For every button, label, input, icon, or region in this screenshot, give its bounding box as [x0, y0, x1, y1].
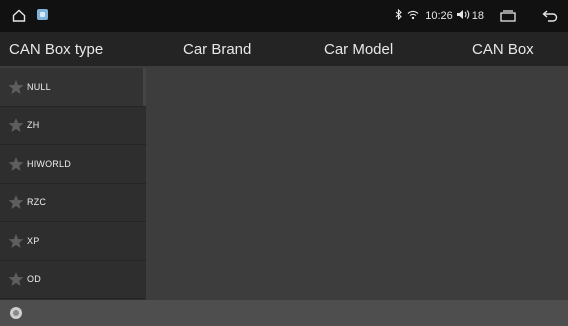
list-item-od[interactable]: OD: [0, 261, 146, 299]
image-thumbnail-icon[interactable]: [37, 9, 48, 20]
tab-car-model[interactable]: Car Model: [324, 32, 393, 66]
list-item-null[interactable]: NULL: [0, 68, 146, 107]
can-box-type-list: NULL ZH HIWORLD RZC XP OD: [0, 68, 146, 300]
bottom-bar: [0, 300, 568, 326]
volume-icon[interactable]: [456, 9, 470, 23]
list-item-label: ZH: [27, 120, 40, 131]
star-icon[interactable]: [8, 233, 24, 249]
tab-can-box[interactable]: CAN Box: [472, 32, 534, 66]
list-item-rzc[interactable]: RZC: [0, 184, 146, 222]
list-item-label: HIWORLD: [27, 158, 71, 169]
back-icon[interactable]: [542, 9, 558, 23]
floating-ball-icon[interactable]: [10, 307, 22, 319]
list-item-label: XP: [27, 235, 40, 246]
tab-can-box-type[interactable]: CAN Box type: [9, 32, 103, 66]
star-icon[interactable]: [8, 271, 24, 287]
clock-time: 10:26: [425, 10, 453, 22]
star-icon[interactable]: [8, 117, 24, 133]
can-box-settings-screen: 10:26 18 CAN Box type Car Brand Car Mode…: [0, 0, 568, 326]
list-item-zh[interactable]: ZH: [0, 107, 146, 145]
bluetooth-icon: [395, 8, 403, 23]
star-icon[interactable]: [8, 79, 24, 95]
home-icon[interactable]: [12, 9, 26, 22]
star-icon[interactable]: [8, 156, 24, 172]
status-bar: 10:26 18: [0, 0, 568, 32]
recent-apps-icon[interactable]: [500, 10, 516, 22]
tab-car-brand[interactable]: Car Brand: [183, 32, 251, 66]
star-icon[interactable]: [8, 194, 24, 210]
list-item-label: OD: [27, 274, 41, 285]
list-item-label: NULL: [27, 81, 51, 92]
volume-level: 18: [471, 10, 484, 22]
list-item-label: RZC: [27, 197, 47, 208]
wifi-signal-icon: [407, 9, 419, 23]
list-item-hiworld[interactable]: HIWORLD: [0, 145, 146, 184]
tab-bar: CAN Box type Car Brand Car Model CAN Box: [0, 32, 568, 66]
list-item-xp[interactable]: XP: [0, 222, 146, 261]
